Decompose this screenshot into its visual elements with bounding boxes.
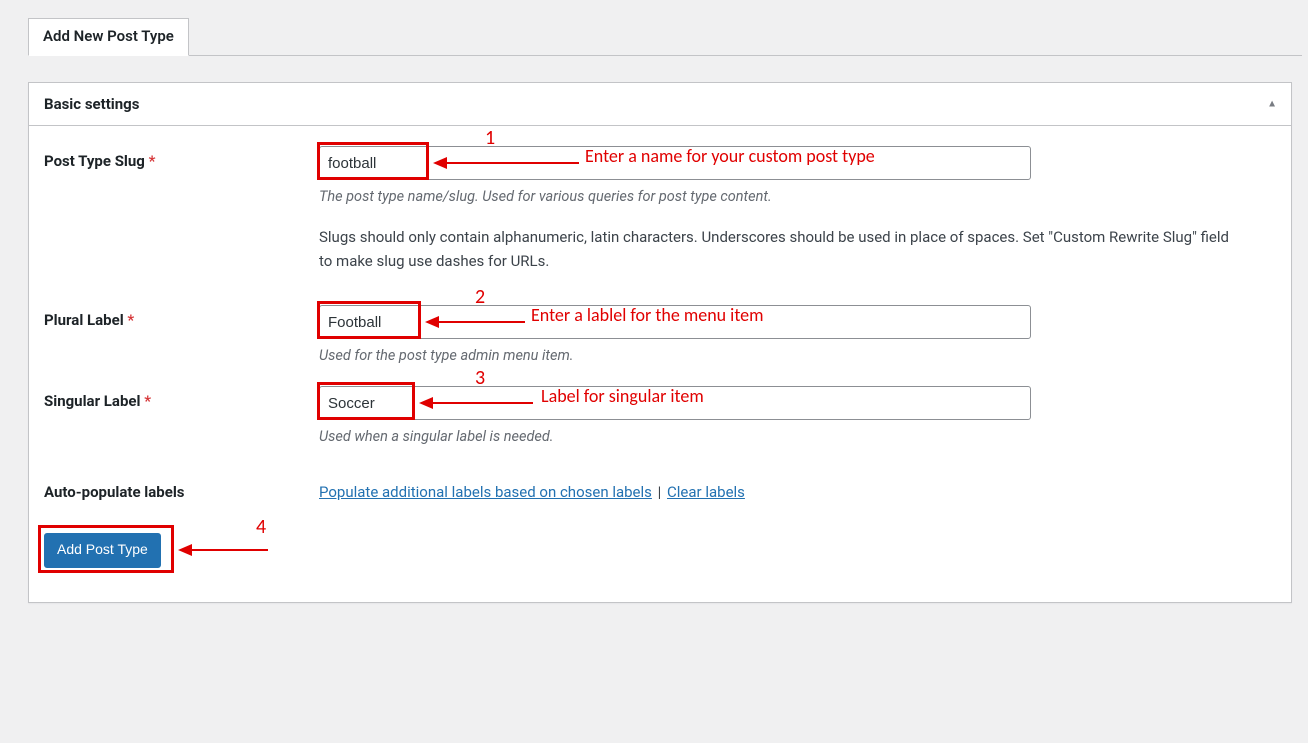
row-singular-label: Singular Label * Used when a singular la… [44,386,1276,445]
post-type-slug-input[interactable] [319,146,1031,180]
singular-label-desc: Used when a singular label is needed. [319,428,1276,445]
tab-add-new-post-type[interactable]: Add New Post Type [28,18,189,56]
required-marker: * [127,311,134,329]
label-auto-populate: Auto-populate labels [44,477,319,501]
annotation-number-4: 4 [256,515,266,539]
post-type-slug-desc: The post type name/slug. Used for variou… [319,188,1276,205]
plural-label-desc: Used for the post type admin menu item. [319,347,1276,364]
annotation-arrow-4 [178,541,268,559]
label-singular-label: Singular Label * [44,386,319,410]
panel-body: Post Type Slug * The post type name/slug… [29,126,1291,602]
post-type-slug-note: Slugs should only contain alphanumeric, … [319,225,1239,273]
clear-labels-link[interactable]: Clear labels [667,483,745,501]
submit-row: Add Post Type 4 [44,533,1276,568]
basic-settings-panel: Basic settings ▲ Post Type Slug * The po… [28,82,1292,603]
toggle-up-icon[interactable]: ▲ [1267,99,1277,110]
populate-labels-link[interactable]: Populate additional labels based on chos… [319,483,652,501]
tab-bar: Add New Post Type [28,18,1302,56]
panel-title: Basic settings [44,95,1276,113]
add-post-type-button[interactable]: Add Post Type [44,533,161,568]
required-marker: * [144,392,151,410]
row-plural-label: Plural Label * Used for the post type ad… [44,305,1276,364]
label-plural-label: Plural Label * [44,305,319,329]
singular-label-input[interactable] [319,386,1031,420]
required-marker: * [149,152,156,170]
label-post-type-slug: Post Type Slug * [44,146,319,170]
row-post-type-slug: Post Type Slug * The post type name/slug… [44,146,1276,273]
row-auto-populate: Auto-populate labels Populate additional… [44,477,1276,501]
link-separator: | [652,483,667,501]
panel-header[interactable]: Basic settings ▲ [29,83,1291,126]
plural-label-input[interactable] [319,305,1031,339]
